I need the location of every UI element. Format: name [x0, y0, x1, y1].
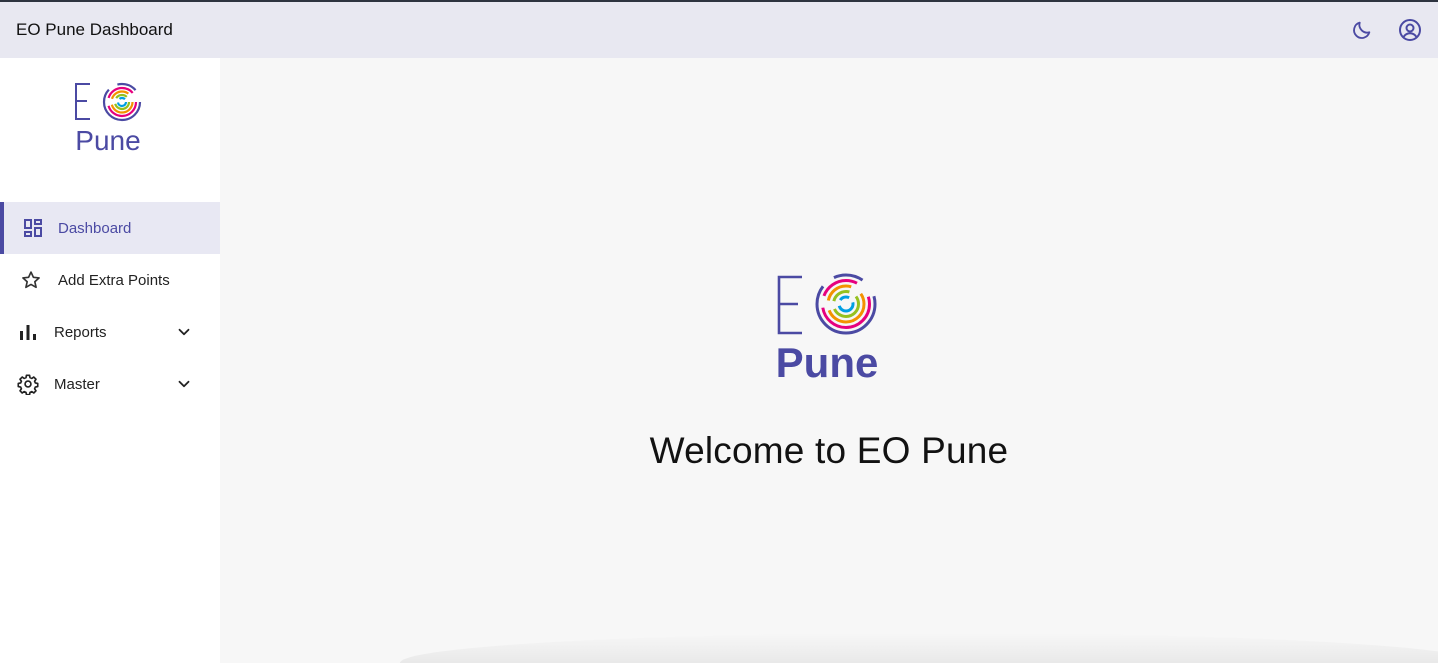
- logo-city-text: Pune: [75, 125, 140, 152]
- sidebar-nav: Dashboard Add Extra Points Reports Maste…: [0, 202, 220, 410]
- gear-icon: [17, 373, 39, 395]
- sidebar-item-label: Add Extra Points: [58, 271, 170, 289]
- sidebar-item-dashboard[interactable]: Dashboard: [0, 202, 220, 254]
- bar-chart-icon: [17, 321, 39, 343]
- top-actions: [1350, 18, 1422, 42]
- main-content: Pune Welcome to EO Pune: [220, 58, 1438, 663]
- eo-pune-logo-large: Pune: [775, 273, 879, 386]
- logo-city-text: Pune: [776, 339, 879, 381]
- sidebar-item-reports[interactable]: Reports: [0, 306, 220, 358]
- top-app-bar: EO Pune Dashboard: [0, 0, 1438, 58]
- chevron-down-icon[interactable]: [175, 323, 193, 341]
- dashboard-icon: [22, 217, 44, 239]
- eo-pune-logo: Pune: [72, 80, 144, 156]
- moon-icon[interactable]: [1350, 18, 1374, 42]
- welcome-heading: Welcome to EO Pune: [649, 430, 1009, 471]
- user-circle-icon[interactable]: [1398, 18, 1422, 42]
- sidebar-item-add-extra-points[interactable]: Add Extra Points: [0, 254, 220, 306]
- sidebar-item-master[interactable]: Master: [0, 358, 220, 410]
- sidebar-item-label: Dashboard: [58, 219, 132, 237]
- sidebar-item-label: Master: [54, 375, 100, 393]
- app-title: EO Pune Dashboard: [16, 20, 173, 39]
- star-icon: [20, 269, 42, 291]
- sidebar: Pune Dashboard Add Extra Points Reports …: [0, 58, 220, 663]
- bottom-shadow: [400, 633, 1438, 663]
- sidebar-item-label: Reports: [54, 323, 107, 341]
- chevron-down-icon[interactable]: [175, 375, 193, 393]
